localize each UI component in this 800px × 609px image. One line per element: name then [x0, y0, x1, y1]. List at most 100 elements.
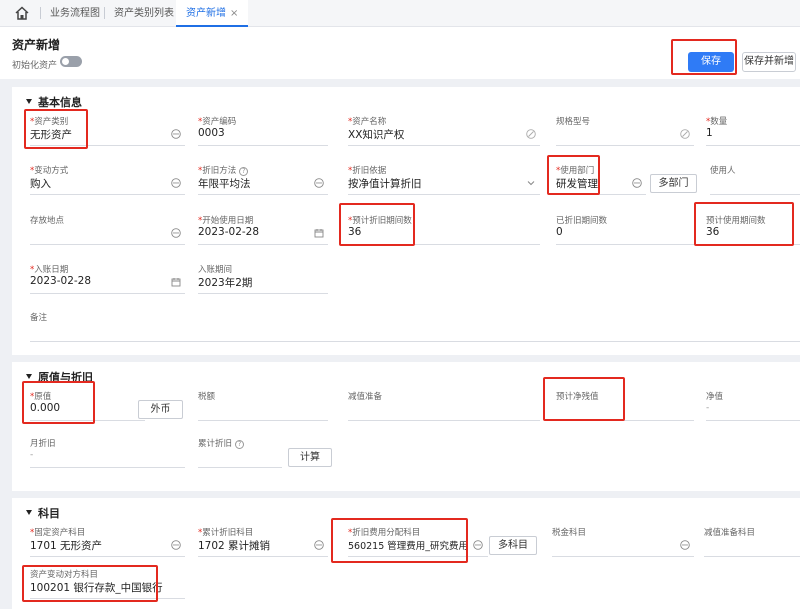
section-title-text: 原值与折旧 — [38, 371, 93, 384]
help-icon[interactable]: ? — [239, 167, 249, 176]
more-icon[interactable] — [171, 178, 181, 188]
chevron-down-icon[interactable] — [526, 178, 536, 188]
asset-category-field[interactable]: *资产类别 无形资产 — [30, 115, 185, 149]
init-asset-toggle[interactable] — [60, 56, 82, 67]
init-asset-label: 初始化资产 — [12, 61, 58, 71]
est-depr-periods-field[interactable]: *预计折旧期间数 36 — [348, 214, 540, 248]
more-icon[interactable] — [171, 540, 181, 550]
field-label: 税额 — [198, 392, 216, 402]
field-underline — [556, 420, 694, 421]
tab-asset-category-list[interactable]: 资产类别列表 — [114, 0, 174, 27]
depreciation-method-field[interactable]: *折旧方法? 年限平均法 — [198, 164, 328, 198]
field-label: 存放地点 — [30, 216, 65, 226]
field-label: *资产类别 — [30, 117, 69, 127]
collapse-triangle-icon[interactable] — [26, 99, 32, 104]
field-underline — [348, 145, 540, 146]
translate-icon[interactable] — [526, 129, 536, 139]
tax-subject-field[interactable]: 税金科目 — [552, 526, 694, 560]
field-underline — [30, 341, 800, 342]
start-date-field[interactable]: *开始使用日期 2023-02-28 — [198, 214, 328, 248]
foreign-currency-button[interactable]: 外币 — [138, 400, 183, 419]
page-header: 资产新增 初始化资产 保存 保存并新增 — [0, 27, 800, 79]
asset-name-field[interactable]: *资产名称 XX知识产权 — [348, 115, 540, 149]
tax-field[interactable]: 税额 — [198, 390, 328, 424]
more-icon[interactable] — [473, 540, 483, 550]
more-icon[interactable] — [314, 540, 324, 550]
entry-period-value: 2023年2期 — [198, 277, 253, 289]
tab-asset-new[interactable]: 资产新增 × — [176, 0, 249, 27]
close-icon[interactable]: × — [230, 8, 238, 19]
impairment-field[interactable]: 减值准备 — [348, 390, 540, 424]
depr-periods-done-value: 0 — [556, 226, 563, 238]
field-underline — [706, 145, 800, 146]
est-residual-field[interactable]: 预计净残值 — [556, 390, 694, 424]
calendar-icon[interactable] — [314, 228, 324, 238]
depreciation-basis-field[interactable]: *折旧依据 按净值计算折旧 — [348, 164, 540, 198]
field-label: 月折旧 — [30, 439, 56, 449]
field-label: 预计使用期间数 — [706, 216, 766, 226]
field-label: 累计折旧? — [198, 437, 245, 449]
est-use-periods-field[interactable]: 预计使用期间数 36 — [706, 214, 800, 248]
change-method-value: 购入 — [30, 178, 51, 190]
change-contra-subject-field[interactable]: 资产变动对方科目 100201 银行存款_中国银行 — [30, 568, 185, 602]
location-field[interactable]: 存放地点 — [30, 214, 185, 248]
field-underline — [556, 194, 646, 195]
depr-periods-done-field[interactable]: 已折旧期间数 0 — [556, 214, 694, 248]
change-method-field[interactable]: *变动方式 购入 — [30, 164, 185, 198]
remark-field[interactable]: 备注 — [30, 311, 800, 345]
more-icon[interactable] — [632, 178, 642, 188]
multi-subject-button[interactable]: 多科目 — [489, 536, 537, 555]
field-label: *开始使用日期 — [198, 216, 254, 226]
field-underline — [198, 293, 328, 294]
save-button[interactable]: 保存 — [688, 52, 734, 72]
impairment-subject-field[interactable]: 减值准备科目 — [704, 526, 800, 560]
field-label: *原值 — [30, 392, 52, 402]
collapse-triangle-icon[interactable] — [26, 374, 32, 379]
depr-alloc-subject-field[interactable]: *折旧费用分配科目 560215 管理费用_研究费用 — [348, 526, 488, 560]
calculate-button[interactable]: 计算 — [288, 448, 332, 467]
fixed-asset-subject-field[interactable]: *固定资产科目 1701 无形资产 — [30, 526, 185, 560]
accum-depr-field[interactable]: 累计折旧? — [198, 437, 282, 471]
section-title-basic: 基本信息 — [26, 94, 82, 110]
multi-department-button[interactable]: 多部门 — [650, 174, 697, 193]
more-icon[interactable] — [171, 129, 181, 139]
section-title-subject: 科目 — [26, 505, 60, 521]
tab-business-flow[interactable]: 业务流程图 — [50, 0, 100, 27]
collapse-triangle-icon[interactable] — [26, 510, 32, 515]
est-depr-periods-value: 36 — [348, 226, 362, 238]
original-value-field[interactable]: *原值 0.000 — [30, 390, 145, 424]
user-field[interactable]: 使用人 — [710, 164, 800, 198]
use-department-field[interactable]: *使用部门 研发管理 — [556, 164, 646, 198]
field-underline — [704, 556, 800, 557]
field-label: *折旧依据 — [348, 166, 387, 176]
field-underline — [198, 194, 328, 195]
field-underline — [30, 293, 185, 294]
more-icon[interactable] — [171, 228, 181, 238]
accum-depr-subject-field[interactable]: *累计折旧科目 1702 累计摊销 — [198, 526, 328, 560]
more-icon[interactable] — [314, 178, 324, 188]
field-underline — [30, 556, 185, 557]
asset-code-field[interactable]: *资产编码 0003 — [198, 115, 328, 149]
entry-period-field[interactable]: 入账期间 2023年2期 — [198, 263, 328, 297]
quantity-value: 1 — [706, 127, 713, 139]
more-icon[interactable] — [680, 540, 690, 550]
help-icon[interactable]: ? — [235, 440, 245, 449]
field-underline — [198, 420, 328, 421]
page-title: 资产新增 — [12, 38, 61, 52]
field-label: 已折旧期间数 — [556, 216, 608, 226]
quantity-field[interactable]: *数量 1 — [706, 115, 800, 149]
field-label: *变动方式 — [30, 166, 69, 176]
field-underline — [30, 420, 145, 421]
translate-icon[interactable] — [680, 129, 690, 139]
save-and-new-button[interactable]: 保存并新增 — [742, 52, 796, 72]
spec-model-field[interactable]: 规格型号 — [556, 115, 694, 149]
value-depreciation-section: 原值与折旧 *原值 0.000 外币 税额 减值准备 预计净残值 净值 - 月折… — [12, 362, 800, 491]
field-underline — [348, 556, 488, 557]
home-icon[interactable] — [14, 6, 30, 20]
entry-date-value: 2023-02-28 — [30, 275, 92, 287]
field-label: *入账日期 — [30, 265, 69, 275]
original-value-value: 0.000 — [30, 402, 61, 414]
field-label: *预计折旧期间数 — [348, 216, 412, 226]
calendar-icon[interactable] — [171, 277, 181, 287]
entry-date-field[interactable]: *入账日期 2023-02-28 — [30, 263, 185, 297]
